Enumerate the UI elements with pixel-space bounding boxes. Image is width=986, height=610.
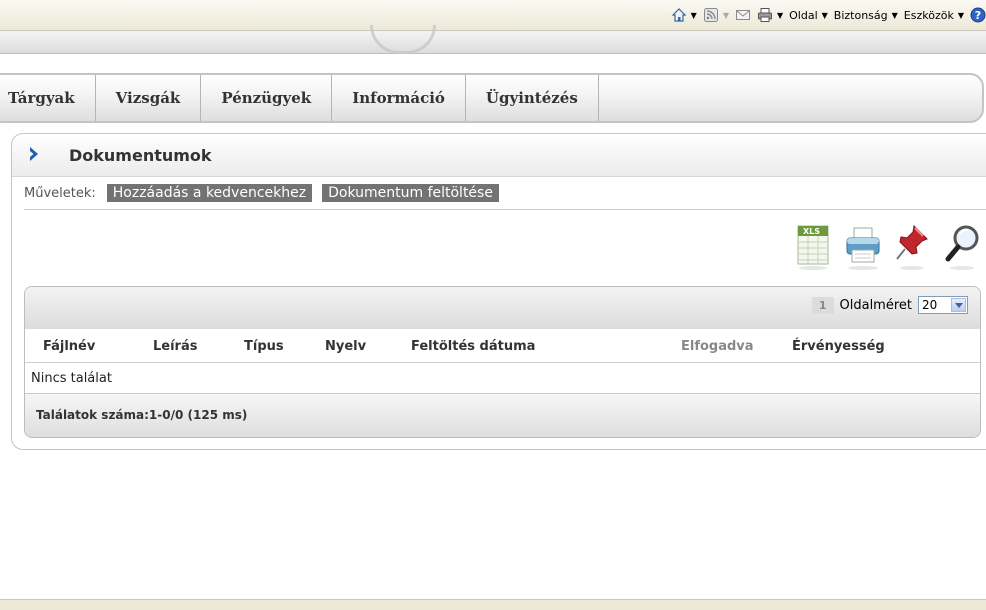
column-header-validity[interactable]: Érvényesség <box>792 339 885 354</box>
browser-status-bar <box>0 599 986 610</box>
operations-label: Műveletek: <box>24 185 96 201</box>
xls-export-icon[interactable]: XLS <box>794 222 832 272</box>
empty-message: Nincs találat <box>31 371 112 386</box>
mail-button[interactable] <box>735 7 751 23</box>
grid-tools: XLS <box>794 222 982 272</box>
operations-bar: Műveletek: Hozzáadás a kedvencekhez Doku… <box>24 184 503 202</box>
page-size-select[interactable]: 20 <box>918 296 968 314</box>
help-button[interactable]: ? <box>970 7 986 23</box>
main-navigation: Tárgyak Vizsgák Pénzügyek Információ Ügy… <box>0 73 984 123</box>
page-banner <box>0 25 986 54</box>
page-menu[interactable]: Oldal ▼ <box>789 9 828 22</box>
nav-item-ugyintezes[interactable]: Ügyintézés <box>466 75 599 121</box>
nav-item-penzugyek[interactable]: Pénzügyek <box>201 75 333 121</box>
documents-grid: 1 Oldalméret 20 Fájlnév Leírás Típus Nye… <box>24 286 981 438</box>
browser-tools: ▼ ▼ ▼ Oldal ▼ Biztonság ▼ Eszközök ▼ ? <box>671 5 986 25</box>
nav-item-vizsgak[interactable]: Vizsgák <box>96 75 202 121</box>
tools-menu-label: Eszközök <box>903 8 954 22</box>
nav-item-informacio[interactable]: Információ <box>332 75 466 121</box>
column-header-type[interactable]: Típus <box>244 339 284 354</box>
rss-icon <box>703 7 719 23</box>
panel-header: Dokumentumok <box>12 134 986 177</box>
pager: 1 Oldalméret 20 <box>811 296 968 314</box>
help-icon: ? <box>970 7 986 23</box>
column-header-description[interactable]: Leírás <box>153 339 197 354</box>
banner-decoration <box>370 25 436 54</box>
page-title: Dokumentumok <box>69 146 212 165</box>
page-size-value: 20 <box>922 298 938 312</box>
upload-document-button[interactable]: Dokumentum feltöltése <box>322 184 499 202</box>
column-header-filename[interactable]: Fájlnév <box>43 339 95 354</box>
browser-command-bar: ▼ ▼ ▼ Oldal ▼ Biztonság ▼ Eszközök ▼ ? <box>0 0 986 31</box>
home-button[interactable]: ▼ <box>671 7 697 23</box>
svg-text:?: ? <box>975 9 981 22</box>
pin-icon[interactable] <box>894 222 932 272</box>
table-header: Fájlnév Leírás Típus Nyelv Feltöltés dát… <box>25 329 980 363</box>
print-button[interactable]: ▼ <box>757 7 783 23</box>
home-icon <box>671 7 687 23</box>
page-menu-label: Oldal <box>789 8 818 22</box>
results-count: Találatok száma:1-0/0 (125 ms) <box>36 408 248 422</box>
grid-toolbar: 1 Oldalméret 20 <box>25 287 980 330</box>
divider <box>24 209 986 210</box>
page-number[interactable]: 1 <box>811 296 834 314</box>
nav-item-targyak[interactable]: Tárgyak <box>0 75 96 121</box>
svg-text:XLS: XLS <box>803 227 820 236</box>
printer-icon <box>757 7 773 23</box>
column-header-accepted[interactable]: Elfogadva <box>681 339 754 354</box>
page-size-label: Oldalméret <box>839 297 913 313</box>
chevron-right-icon <box>28 146 40 162</box>
grid-footer: Találatok száma:1-0/0 (125 ms) <box>25 393 980 437</box>
column-header-language[interactable]: Nyelv <box>325 339 366 354</box>
security-menu-label: Biztonság <box>833 8 888 22</box>
security-menu[interactable]: Biztonság ▼ <box>834 9 898 22</box>
chevron-down-icon[interactable] <box>951 298 966 312</box>
mail-icon <box>735 7 751 23</box>
nav-items: Tárgyak Vizsgák Pénzügyek Információ Ügy… <box>0 75 599 121</box>
print-icon[interactable] <box>844 222 882 272</box>
tools-menu[interactable]: Eszközök ▼ <box>904 9 964 22</box>
add-to-favorites-button[interactable]: Hozzáadás a kedvencekhez <box>106 184 313 202</box>
search-icon[interactable] <box>944 222 982 272</box>
documents-panel: Dokumentumok Műveletek: Hozzáadás a kedv… <box>11 133 986 450</box>
column-header-upload-date[interactable]: Feltöltés dátuma <box>411 339 535 354</box>
feeds-button[interactable]: ▼ <box>703 7 729 23</box>
